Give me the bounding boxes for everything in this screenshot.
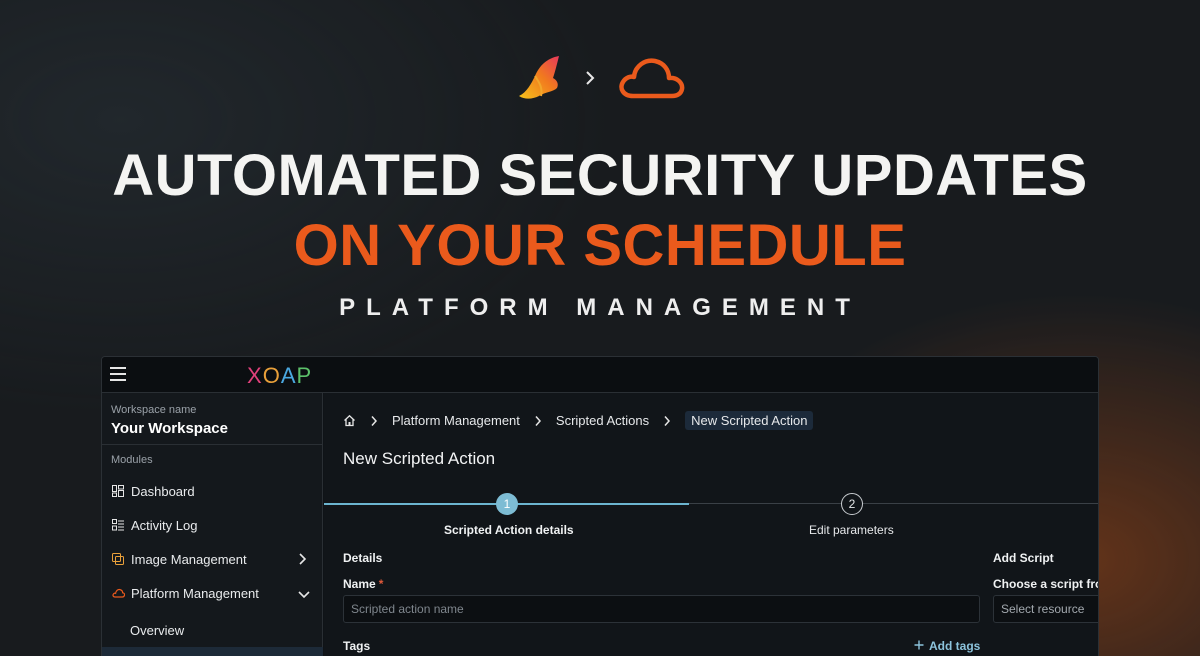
butterfly-logo-icon	[513, 52, 565, 104]
sidebar-item-label: Dashboard	[131, 483, 195, 499]
sidebar: Workspace name Your Workspace Modules Da…	[102, 393, 323, 656]
workspace-label: Workspace name	[111, 404, 197, 416]
name-label: Name *	[343, 577, 383, 591]
cloud-icon	[615, 52, 687, 104]
required-marker: *	[378, 577, 384, 591]
main-content: Platform Management Scripted Actions New…	[324, 393, 1098, 656]
brand-letter-o: O	[262, 363, 281, 388]
hamburger-menu-icon[interactable]	[110, 367, 126, 381]
headline-line-2: ON YOUR SCHEDULE	[293, 213, 907, 278]
chevron-right-icon	[583, 69, 597, 87]
breadcrumb: Platform Management Scripted Actions New…	[343, 411, 814, 430]
chevron-down-icon[interactable]	[297, 588, 311, 603]
add-tags-label: Add tags	[929, 639, 981, 653]
plus-icon	[914, 639, 924, 653]
step-1-label[interactable]: Scripted Action details	[444, 523, 574, 537]
sidebar-active-item[interactable]	[102, 647, 323, 656]
breadcrumb-current: New Scripted Action	[685, 411, 814, 430]
workspace-name[interactable]: Your Workspace	[111, 420, 228, 437]
hero-banner: AUTOMATED SECURITY UPDATES ON YOUR SCHED…	[0, 0, 1200, 340]
add-script-heading: Add Script	[993, 551, 1054, 565]
headline-line-1: AUTOMATED SECURITY UPDATES	[112, 143, 1088, 208]
sidebar-subitem-overview[interactable]: Overview	[130, 623, 184, 638]
step-2-indicator[interactable]: 2	[841, 493, 863, 515]
dashboard-icon	[111, 484, 125, 498]
sidebar-item-label: Activity Log	[131, 517, 198, 533]
sidebar-divider	[102, 444, 323, 445]
sidebar-item-label: Image Management	[131, 551, 247, 567]
image-management-icon	[111, 552, 125, 566]
modules-label: Modules	[111, 454, 153, 466]
breadcrumb-platform-management[interactable]: Platform Management	[392, 413, 520, 428]
top-bar: XOAP	[102, 357, 1098, 393]
step-2-label[interactable]: Edit parameters	[809, 523, 894, 537]
scripted-action-name-input[interactable]	[343, 595, 980, 623]
sidebar-item-label: Platform Management	[131, 585, 259, 601]
brand-letter-x: X	[247, 363, 263, 388]
choose-script-label: Choose a script from	[993, 577, 1098, 591]
subheadline: PLATFORM MANAGEMENT	[339, 294, 861, 321]
name-label-text: Name	[343, 577, 376, 591]
brand-logo[interactable]: XOAP	[247, 363, 312, 389]
breadcrumb-separator-icon	[370, 415, 378, 427]
app-window: XOAP Workspace name Your Workspace Modul…	[101, 356, 1099, 656]
logo-row	[0, 52, 1200, 104]
details-heading: Details	[343, 551, 383, 565]
sidebar-item-image-management[interactable]: Image Management	[102, 543, 323, 575]
home-icon[interactable]	[343, 414, 356, 427]
tags-label: Tags	[343, 639, 371, 653]
cloud-icon	[111, 586, 125, 600]
breadcrumb-separator-icon	[534, 415, 542, 427]
sidebar-item-activity-log[interactable]: Activity Log	[102, 509, 323, 541]
activity-log-icon	[111, 518, 125, 532]
breadcrumb-separator-icon	[663, 415, 671, 427]
add-tags-button[interactable]: Add tags	[914, 639, 980, 653]
step-1-indicator[interactable]: 1	[496, 493, 518, 515]
brand-letter-a: A	[280, 363, 297, 388]
sidebar-item-platform-management[interactable]: Platform Management	[102, 577, 323, 609]
page-title: New Scripted Action	[343, 449, 496, 468]
breadcrumb-scripted-actions[interactable]: Scripted Actions	[556, 413, 649, 428]
brand-letter-p: P	[296, 363, 313, 388]
chevron-right-icon[interactable]	[298, 552, 308, 569]
sidebar-item-dashboard[interactable]: Dashboard	[102, 475, 323, 507]
select-resource-dropdown[interactable]: Select resource	[993, 595, 1098, 623]
stepper-track-line	[689, 503, 1098, 504]
